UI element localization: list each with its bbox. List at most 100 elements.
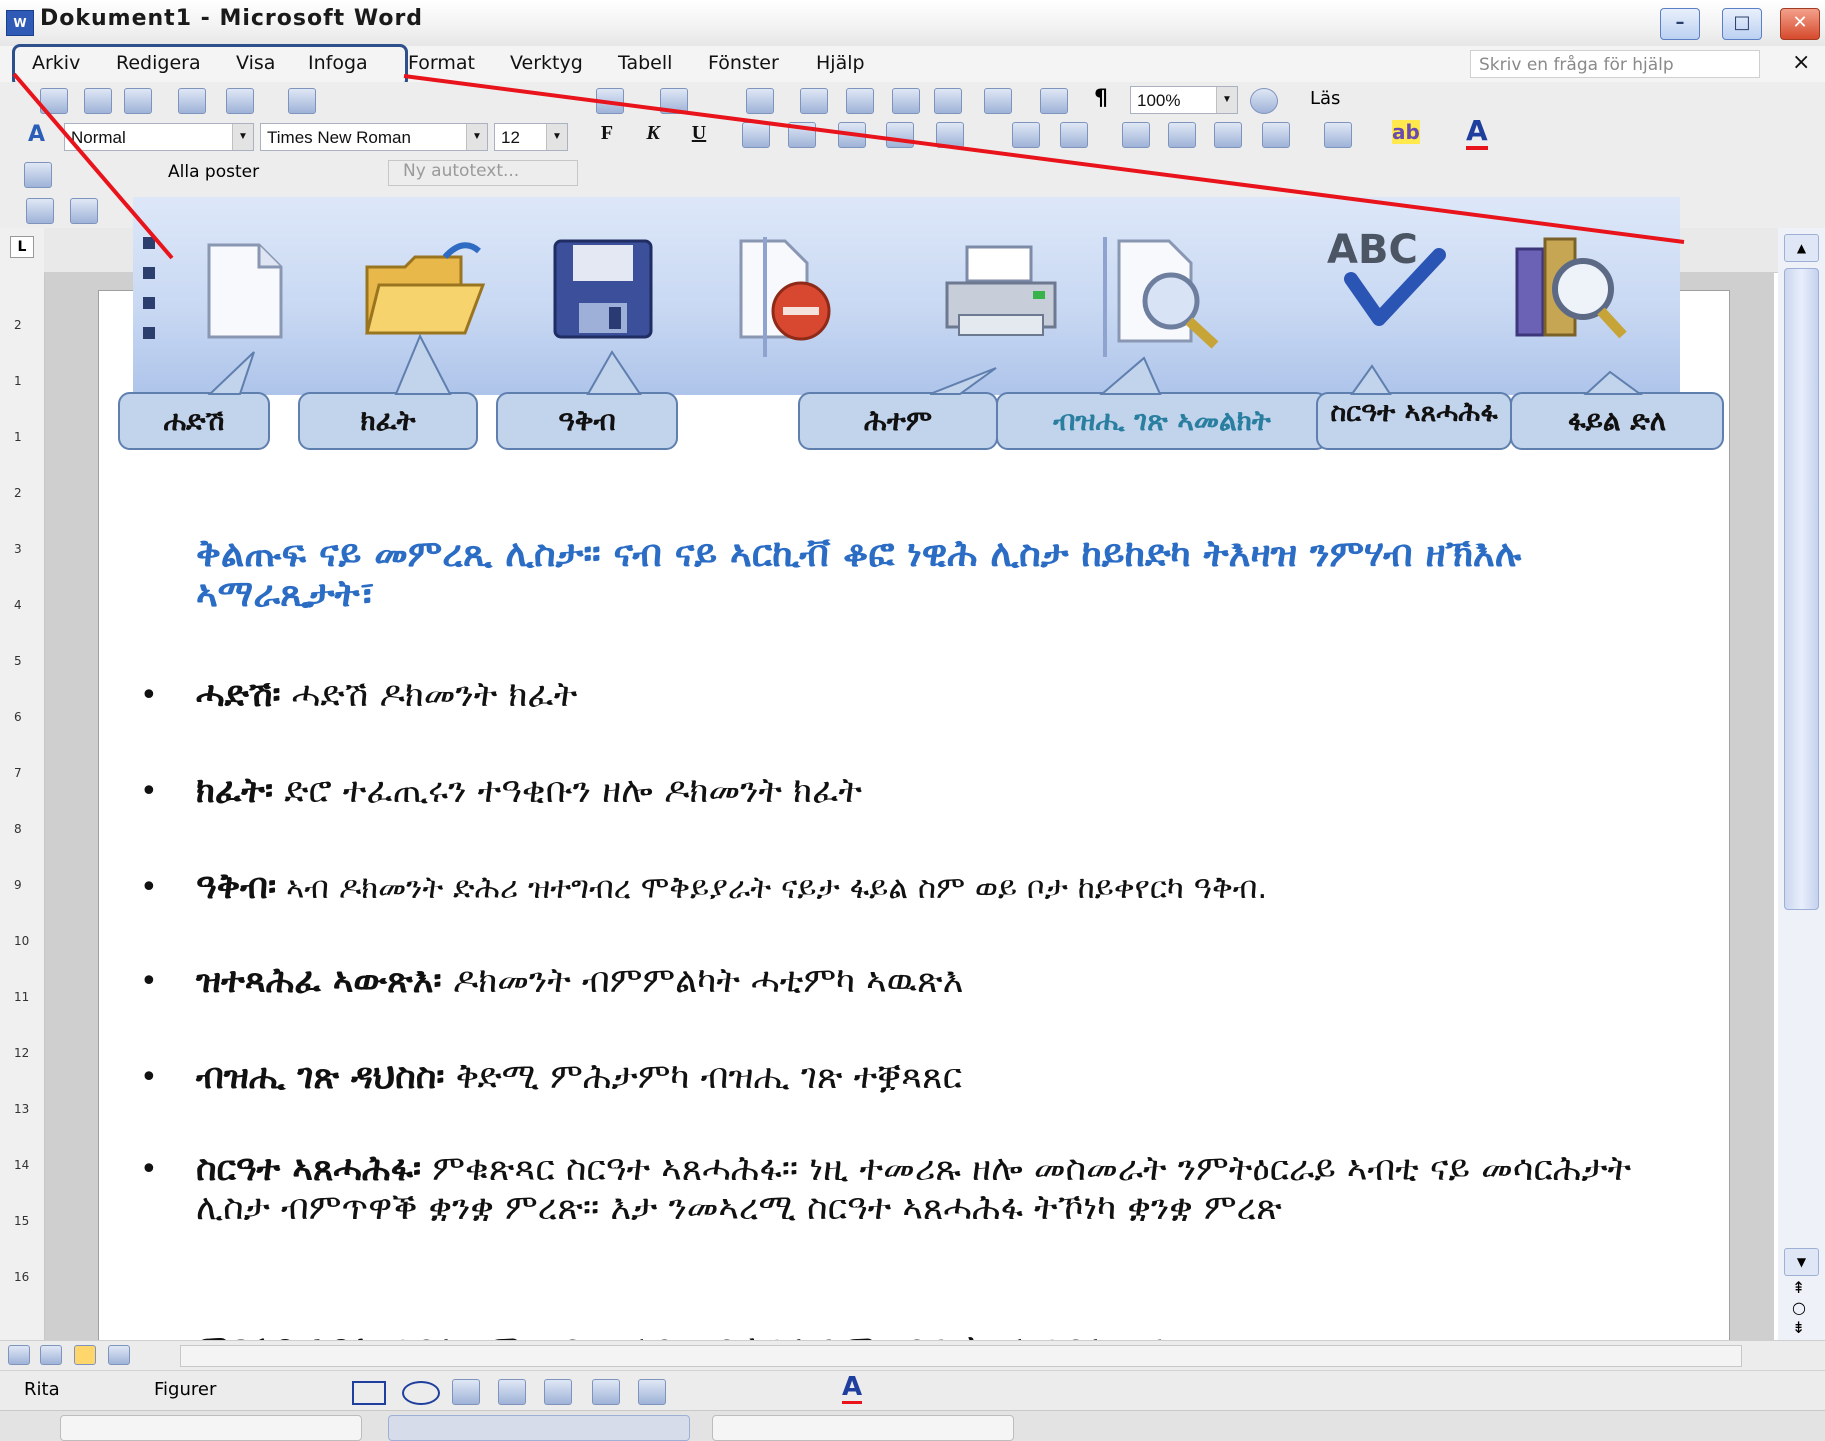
maximize-button[interactable]: □ — [1722, 8, 1762, 40]
taskbar-button-word[interactable] — [388, 1415, 690, 1441]
close-document-icon[interactable]: × — [1792, 50, 1810, 75]
browse-object-icon[interactable]: ⇞ ○ ⇟ — [1792, 1278, 1806, 1338]
diagram-icon[interactable] — [544, 1379, 572, 1405]
callout-spelling: ስርዓተ ኣጸሓሕፋ — [1316, 392, 1512, 450]
numbering-icon[interactable] — [1122, 122, 1150, 148]
new-document-icon[interactable] — [203, 241, 287, 341]
zoom-select[interactable]: 100% ▼ — [1130, 86, 1238, 114]
chevron-down-icon: ▼ — [232, 124, 253, 150]
rectangle-icon[interactable] — [352, 1381, 386, 1405]
align-center-icon[interactable] — [788, 122, 816, 148]
scroll-up-icon[interactable]: ▲ — [1784, 234, 1819, 262]
font-color-button[interactable]: A — [1466, 116, 1488, 150]
outline-view-icon[interactable] — [108, 1345, 130, 1365]
font-select[interactable]: Times New Roman ▼ — [260, 123, 488, 151]
ltr-icon[interactable] — [1012, 122, 1040, 148]
minimize-button[interactable]: – — [1660, 8, 1700, 40]
menu-hjalp[interactable]: Hjälp — [816, 52, 865, 74]
draw-menu[interactable]: Rita — [24, 1379, 60, 1400]
normal-view-icon[interactable] — [8, 1345, 30, 1365]
toolbar-print-icon[interactable] — [178, 88, 206, 114]
menu-format[interactable]: Format — [408, 52, 475, 74]
ruler-mark: 9 — [14, 878, 22, 892]
print-preview-icon[interactable] — [1113, 237, 1223, 349]
insert-table-icon[interactable] — [846, 88, 874, 114]
toolbar-open-icon[interactable] — [84, 88, 112, 114]
line-spacing-icon[interactable] — [936, 122, 964, 148]
drawing-icon[interactable] — [984, 88, 1012, 114]
toolbar-save-icon[interactable] — [124, 88, 152, 114]
list-item-term: ክፈት፡ — [196, 771, 274, 811]
taskbar-button[interactable] — [60, 1415, 362, 1441]
tab-selector[interactable]: L — [10, 236, 34, 258]
list-item-text: ዝተጻሕፈ ኣውጽእ፡ ዶክመንት ብምምልካት ሓቲምካ ኣዉጽእ — [196, 962, 1676, 1001]
web-view-icon[interactable] — [40, 1345, 62, 1365]
justify-icon[interactable] — [886, 122, 914, 148]
insert-excel-icon[interactable] — [892, 88, 920, 114]
rtl-icon[interactable] — [1060, 122, 1088, 148]
borders-icon[interactable] — [1324, 122, 1352, 148]
permission-icon[interactable] — [735, 237, 839, 347]
drawing-toolbar: Rita Figurer A — [0, 1370, 1825, 1411]
taskbar-button[interactable] — [712, 1415, 1014, 1441]
wordart-icon[interactable] — [498, 1379, 526, 1405]
style-select[interactable]: Normal ▼ — [64, 123, 254, 151]
increase-indent-icon[interactable] — [1262, 122, 1290, 148]
print-icon[interactable] — [941, 243, 1061, 343]
font-size-select[interactable]: 12 ▼ — [494, 123, 568, 151]
styles-icon[interactable]: A — [28, 122, 45, 147]
toolbar-preview-icon[interactable] — [226, 88, 254, 114]
toolbar-new-icon[interactable] — [40, 88, 68, 114]
show-formatting-icon[interactable]: ¶ — [1094, 86, 1108, 111]
new-autotext-button[interactable]: Ny autotext... — [388, 160, 578, 186]
italic-button[interactable]: K — [638, 118, 668, 148]
horizontal-scrollbar[interactable] — [180, 1345, 1742, 1367]
hyperlink-icon[interactable] — [746, 88, 774, 114]
callout-spelling-label: ስርዓተ ኣጸሓሕፋ — [1330, 397, 1498, 428]
scroll-down-icon[interactable]: ▼ — [1784, 1248, 1819, 1276]
undo-icon[interactable] — [596, 88, 624, 114]
bullets-icon[interactable] — [1168, 122, 1196, 148]
draw-font-color-icon[interactable]: A — [842, 1373, 863, 1404]
menu-verktyg[interactable]: Verktyg — [510, 52, 583, 74]
align-right-icon[interactable] — [838, 122, 866, 148]
list-item-term: ሓድሽ፡ — [196, 675, 281, 715]
oval-icon[interactable] — [402, 1381, 440, 1405]
bold-button[interactable]: F — [592, 118, 622, 148]
menu-fonster[interactable]: Fönster — [708, 52, 779, 74]
all-entries-dropdown[interactable]: Alla poster — [168, 162, 259, 182]
ruler-mark: 6 — [14, 710, 22, 724]
clipart-icon[interactable] — [592, 1379, 620, 1405]
print-layout-icon[interactable] — [74, 1345, 96, 1365]
toolbar-misc-icon[interactable] — [26, 198, 54, 224]
open-folder-icon[interactable] — [361, 237, 487, 341]
align-left-icon[interactable] — [742, 122, 770, 148]
text-box-icon[interactable] — [452, 1379, 480, 1405]
menu-tabell[interactable]: Tabell — [618, 52, 672, 74]
save-disk-icon[interactable] — [551, 237, 655, 341]
picture-icon[interactable] — [638, 1379, 666, 1405]
toolbar-misc2-icon[interactable] — [70, 198, 98, 224]
list-item-term: ዝተጻሕፈ ኣውጽእ፡ — [196, 961, 442, 1001]
highlight-button[interactable]: ab — [1392, 120, 1420, 144]
title-bar: W Dokument1 - Microsoft Word – □ ✕ — [0, 0, 1825, 47]
autotext-icon[interactable] — [24, 162, 52, 188]
spelling-check-icon[interactable]: ABC — [1321, 219, 1447, 337]
vertical-scrollbar[interactable]: ▲ ▼ ⇞ ○ ⇟ — [1778, 228, 1825, 1348]
autoshapes-menu[interactable]: Figurer — [154, 1379, 216, 1400]
scrollbar-thumb[interactable] — [1784, 268, 1819, 910]
zoomed-toolbar-banner: ABC — [133, 197, 1680, 395]
decrease-indent-icon[interactable] — [1214, 122, 1242, 148]
document-map-icon[interactable] — [1040, 88, 1068, 114]
help-icon[interactable] — [1250, 88, 1278, 114]
toolbar-spelling-icon[interactable] — [288, 88, 316, 114]
research-icon[interactable] — [1511, 225, 1631, 345]
underline-button[interactable]: U — [684, 118, 714, 148]
columns-icon[interactable] — [934, 88, 962, 114]
redo-icon[interactable] — [660, 88, 688, 114]
bullet: • — [140, 870, 158, 905]
close-button[interactable]: ✕ — [1780, 8, 1820, 40]
read-button[interactable]: Läs — [1310, 88, 1340, 109]
help-search-input[interactable]: Skriv en fråga för hjälp — [1470, 50, 1760, 78]
tables-borders-icon[interactable] — [800, 88, 828, 114]
